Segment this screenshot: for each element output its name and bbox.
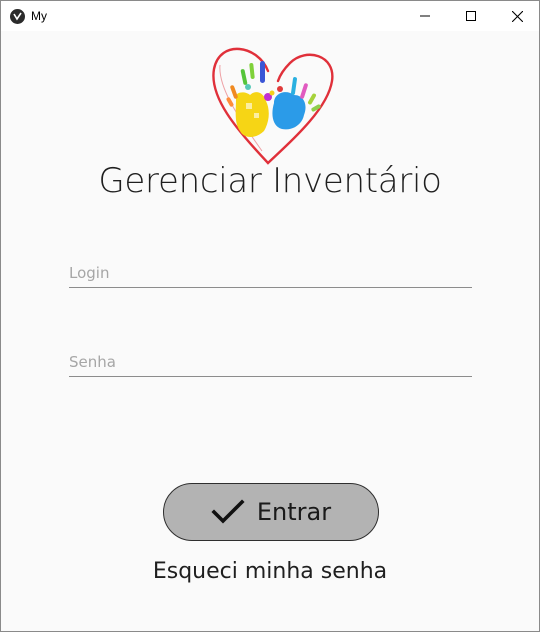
minimize-icon	[420, 15, 430, 17]
maximize-icon	[466, 11, 476, 21]
forgot-password-link[interactable]: Esqueci minha senha	[1, 559, 539, 584]
close-icon	[511, 10, 523, 22]
heart-handprint-logo	[212, 47, 334, 165]
password-input[interactable]	[69, 342, 472, 376]
app-window: My Gerenciar Inventário Login Entrar Esq…	[0, 0, 540, 632]
minimize-button[interactable]	[402, 1, 448, 31]
password-underline	[69, 376, 472, 377]
page-title: Gerenciar Inventário	[98, 161, 442, 201]
checkmark-icon	[211, 499, 245, 524]
login-input[interactable]	[69, 253, 472, 287]
password-field[interactable]	[69, 342, 472, 378]
close-button[interactable]	[494, 1, 540, 31]
app-icon	[10, 9, 25, 24]
maximize-button[interactable]	[448, 1, 494, 31]
login-field[interactable]	[69, 253, 472, 289]
enter-button-label: Entrar	[256, 498, 332, 526]
enter-button[interactable]: Entrar	[163, 483, 379, 541]
window-title: My	[31, 9, 47, 23]
title-bar[interactable]: My	[1, 1, 539, 31]
login-underline	[69, 287, 472, 288]
